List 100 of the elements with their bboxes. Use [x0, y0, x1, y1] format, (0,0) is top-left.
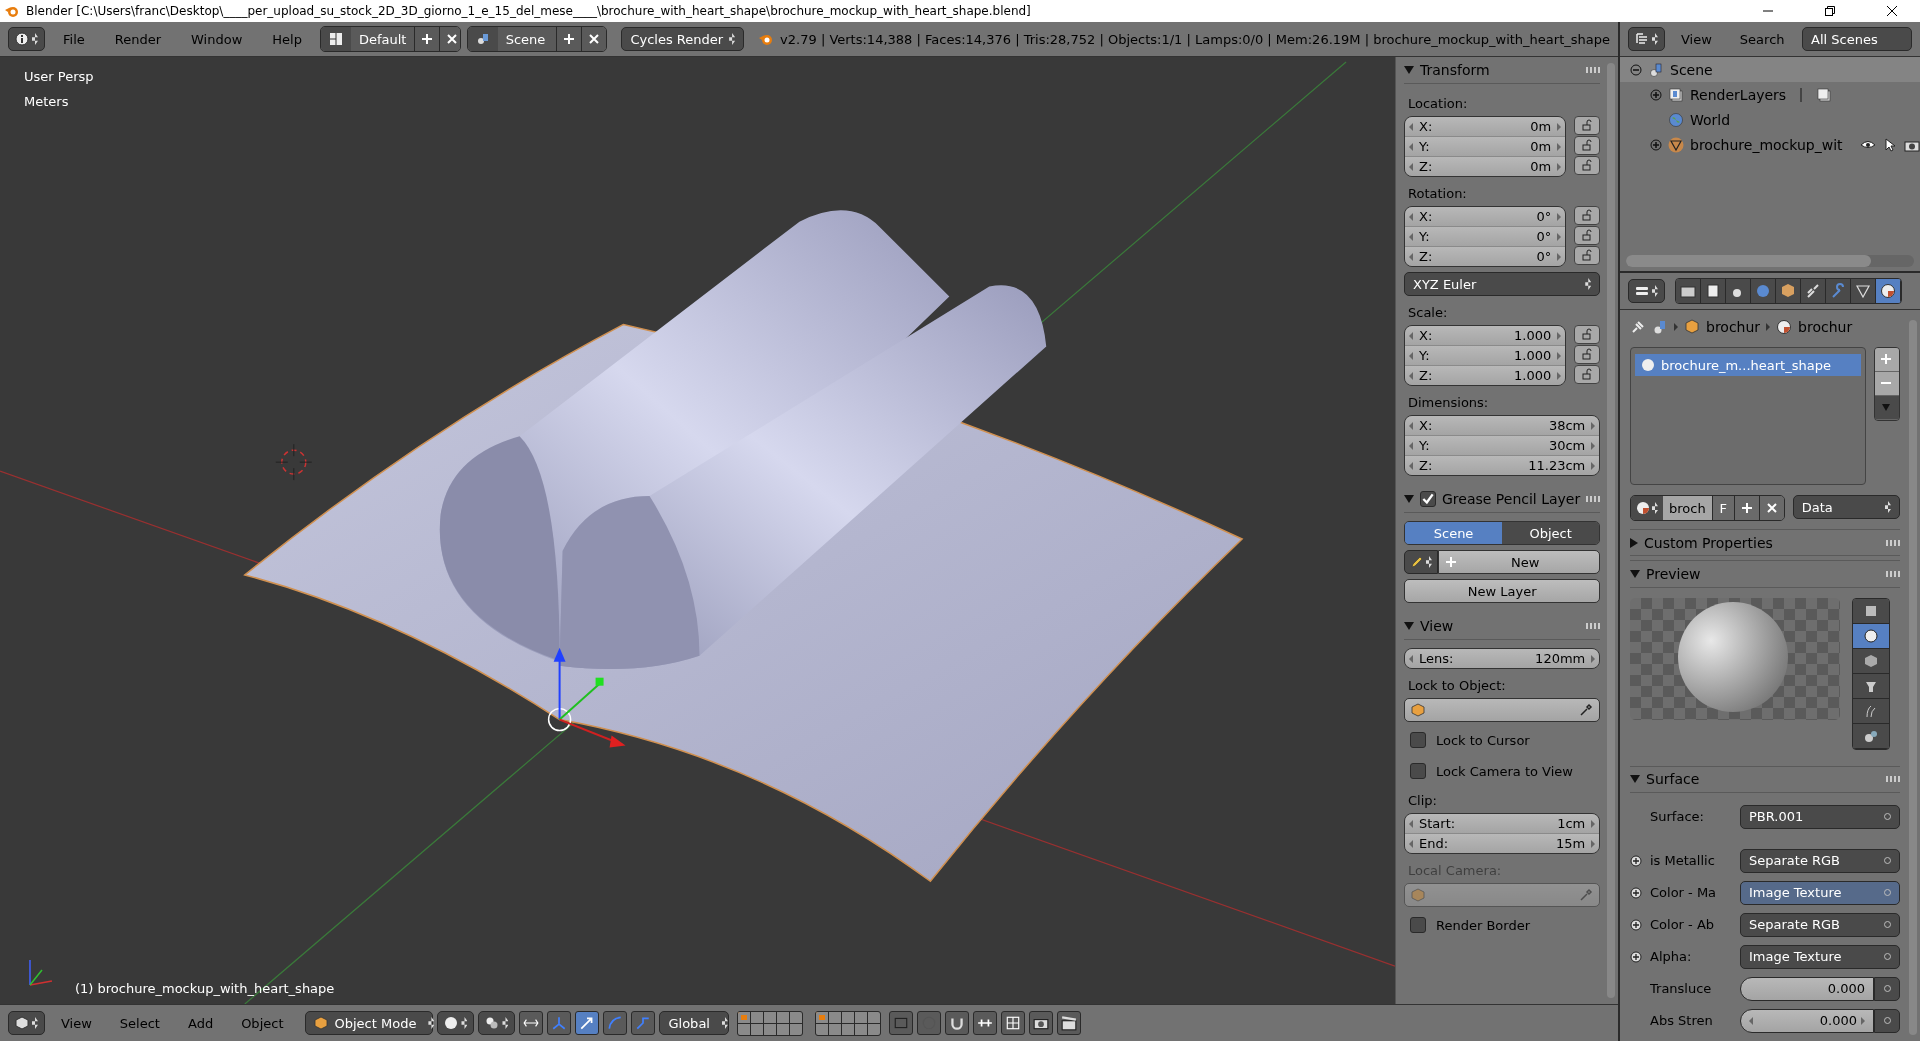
disclosure-triangle-icon[interactable] [1630, 775, 1640, 784]
disclosure-triangle-icon[interactable] [1404, 66, 1414, 74]
menu-item[interactable]: Select [107, 1015, 172, 1031]
render-layers-tab[interactable] [1701, 279, 1726, 303]
socket-link-dropdown[interactable]: Separate RGB [1740, 913, 1900, 937]
expand-toggle-icon[interactable] [1630, 63, 1642, 76]
number-field[interactable]: Z: 0m [1405, 157, 1566, 176]
panel-title[interactable]: View [1420, 618, 1454, 634]
value-slider[interactable]: 0.000 [1740, 977, 1874, 1001]
shading-dropdown[interactable] [437, 1011, 475, 1035]
tree-item[interactable]: World [1690, 111, 1731, 128]
sphere-group-preview-button[interactable] [1853, 723, 1889, 749]
link-dropdown[interactable]: Data [1792, 495, 1900, 520]
axes-icon[interactable] [547, 1011, 572, 1035]
restore-icon[interactable] [1824, 5, 1836, 17]
lock-camera-icon[interactable] [889, 1011, 914, 1035]
socket-link-button[interactable] [1874, 1009, 1900, 1033]
lock-button[interactable] [1574, 345, 1601, 364]
disclosure-triangle-icon[interactable] [1630, 537, 1638, 548]
plane-preview-button[interactable] [1853, 598, 1889, 624]
scene-tab[interactable] [1726, 279, 1751, 303]
data-tab[interactable] [1851, 279, 1876, 303]
breadcrumb-item[interactable]: brochur [1798, 318, 1853, 335]
tree-item[interactable]: RenderLayers [1690, 86, 1787, 103]
orientation-dropdown[interactable]: Global [659, 1011, 730, 1035]
horizontal-scrollbar[interactable] [1626, 255, 1914, 267]
number-field[interactable]: End: 15m [1405, 834, 1600, 853]
editor-type-button[interactable] [1628, 27, 1665, 51]
number-field[interactable]: X: 1.000 [1405, 326, 1566, 346]
socket-link-dropdown[interactable]: Separate RGB [1740, 849, 1900, 873]
image-stack-icon[interactable] [1816, 86, 1833, 103]
socket-link-dropdown[interactable]: PBR.001 [1740, 805, 1900, 829]
cursor-arrow-icon[interactable] [1882, 136, 1898, 153]
lock-button[interactable] [1574, 325, 1601, 344]
panel-title[interactable]: Custom Properties [1644, 534, 1773, 551]
menu-item[interactable]: View [1669, 31, 1724, 47]
info-editor-button[interactable] [8, 27, 45, 51]
expand-toggle-icon[interactable] [1650, 88, 1662, 101]
panel-title[interactable]: Surface [1646, 771, 1700, 788]
magnet-icon[interactable] [945, 1011, 970, 1035]
lock-button[interactable] [1574, 156, 1601, 175]
menu-item[interactable]: Add [175, 1015, 226, 1031]
expand-socket-icon[interactable] [1630, 919, 1642, 931]
monkey-preview-button[interactable] [1853, 673, 1889, 699]
number-field[interactable]: Y: 1.000 [1405, 346, 1566, 366]
number-field[interactable]: Z: 0° [1405, 247, 1566, 266]
cube-preview-button[interactable] [1853, 648, 1889, 674]
tab[interactable]: Scene [1405, 522, 1503, 544]
checkbox[interactable] [1410, 917, 1426, 933]
close-icon[interactable] [1886, 5, 1898, 17]
number-field[interactable]: X: 38cm [1405, 416, 1600, 436]
curve-icon[interactable] [603, 1011, 628, 1035]
menu-item[interactable]: Window [179, 31, 255, 47]
checkbox-label[interactable]: Render Border [1436, 917, 1530, 933]
tree-item[interactable]: brochure_mockup_wit [1690, 136, 1843, 153]
number-field[interactable]: Y: 30cm [1405, 436, 1600, 456]
number-field[interactable]: Z: 1.000 [1405, 366, 1566, 385]
socket-link-dropdown[interactable]: Image Texture [1740, 881, 1900, 905]
render-image-icon[interactable] [1029, 1011, 1054, 1035]
number-field[interactable]: X: 0m [1405, 117, 1566, 137]
menu-item[interactable]: View [49, 1015, 104, 1031]
number-field[interactable]: Z: 11.23cm [1405, 456, 1600, 475]
mode-dropdown[interactable]: Object Mode [305, 1011, 434, 1035]
tree-item[interactable]: Scene [1670, 61, 1713, 78]
lock-button[interactable] [1574, 246, 1601, 265]
checkbox-label[interactable]: Lock to Cursor [1436, 732, 1530, 748]
add-slot-button[interactable] [1875, 348, 1899, 373]
disclosure-triangle-icon[interactable] [1404, 622, 1414, 630]
pivot-dropdown[interactable] [478, 1011, 516, 1035]
pin-icon[interactable] [1630, 318, 1646, 335]
panel-title[interactable]: Transform [1420, 62, 1490, 78]
expand-socket-icon[interactable] [1630, 887, 1642, 899]
breadcrumb-item[interactable]: brochur [1706, 318, 1761, 335]
menu-item[interactable]: Help [260, 31, 314, 47]
lock-button[interactable] [1574, 116, 1601, 135]
editor-type-button[interactable] [8, 1011, 45, 1035]
remove-slot-button[interactable] [1875, 372, 1899, 397]
snap-element-icon[interactable] [973, 1011, 998, 1035]
number-field[interactable]: Lens: 120mm [1405, 649, 1600, 668]
panel-title[interactable]: Preview [1646, 566, 1701, 583]
object-field[interactable] [1404, 698, 1601, 722]
clapperboard-icon[interactable] [1057, 1011, 1082, 1035]
number-field[interactable]: Start: 1cm [1405, 814, 1600, 834]
lock-button[interactable] [1574, 136, 1601, 155]
lock-button[interactable] [1574, 206, 1601, 225]
number-field[interactable]: 0.000 [1740, 1009, 1874, 1033]
lock-button[interactable] [1574, 365, 1601, 384]
render-engine-dropdown[interactable]: Cycles Render [621, 27, 745, 51]
lock-button[interactable] [1574, 226, 1601, 245]
expand-toggle-icon[interactable] [1650, 138, 1662, 151]
expand-socket-icon[interactable] [1630, 951, 1642, 963]
socket-link-button[interactable] [1874, 977, 1900, 1001]
menu-item[interactable]: Render [102, 31, 174, 47]
expand-socket-icon[interactable] [1630, 855, 1642, 867]
socket-link-dropdown[interactable]: Image Texture [1740, 945, 1900, 969]
number-field[interactable]: X: 0° [1405, 207, 1566, 227]
constraints-tab[interactable] [1801, 279, 1826, 303]
new-layer-button[interactable]: New Layer [1404, 579, 1601, 603]
checkbox[interactable] [1410, 732, 1426, 748]
checkbox[interactable] [1410, 763, 1426, 779]
